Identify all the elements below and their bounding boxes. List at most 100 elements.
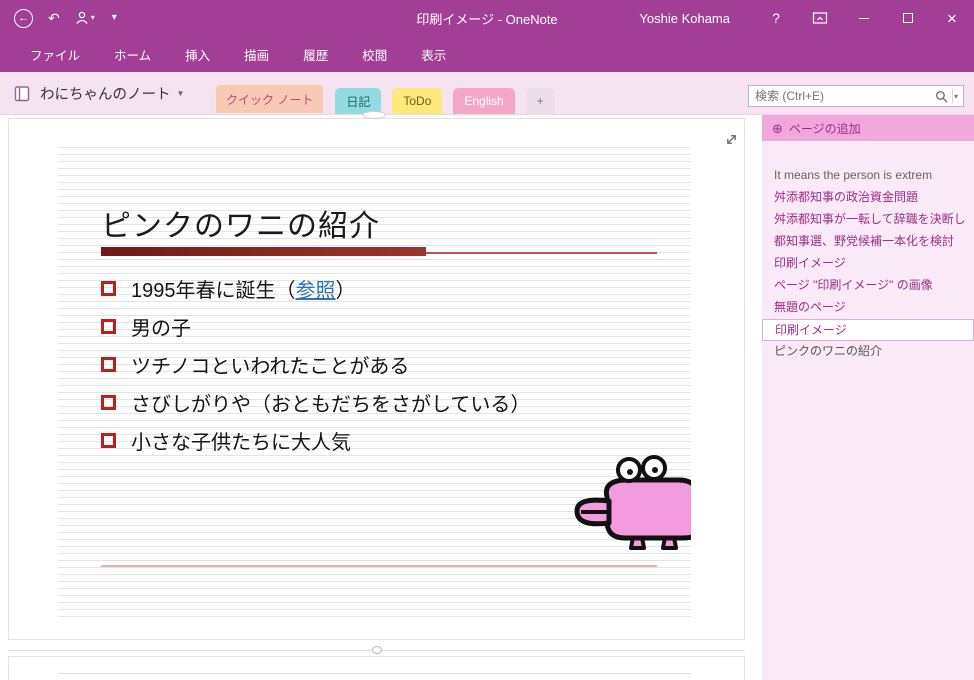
add-page-plus-icon: ⊕ bbox=[772, 120, 783, 136]
checkbox-bullet-icon bbox=[101, 394, 116, 410]
reference-link[interactable]: 参照 bbox=[296, 280, 336, 302]
bullet-text: ツチノコといわれたことがある bbox=[131, 355, 410, 378]
close-button[interactable]: × bbox=[930, 0, 974, 36]
quick-access-toolbar: ← ↶ ▾ ▾ bbox=[14, 0, 117, 36]
page-break-divider bbox=[8, 646, 745, 654]
printout-page-2[interactable] bbox=[8, 656, 745, 680]
section-tab-label: ToDo bbox=[403, 94, 432, 108]
section-tab-label: クイック ノート bbox=[226, 92, 314, 107]
section-tab-label: English bbox=[464, 94, 504, 108]
add-section-icon: + bbox=[536, 94, 544, 108]
back-button[interactable]: ← bbox=[14, 8, 33, 28]
ribbon-tab-home[interactable]: ホーム bbox=[97, 36, 168, 72]
sync-people-button[interactable]: ▾ bbox=[75, 11, 95, 25]
pink-crocodile-drawing bbox=[574, 455, 691, 550]
bullet-row: さびしがりや（おともだちをさがしている） bbox=[101, 383, 530, 421]
bullet-text: 1995年春に誕生（参照） bbox=[131, 279, 356, 302]
section-tab-quick-notes[interactable]: クイック ノート bbox=[215, 84, 325, 114]
ribbon-tab-bar: ファイル ホーム 挿入 描画 履歴 校閲 表示 bbox=[0, 36, 974, 72]
notebook-dropdown-icon: ▼ bbox=[176, 89, 185, 98]
page-canvas-area: ピンクのワニの紹介 1995年春に誕生（参照） 男の子 ツチノコといわれたことが… bbox=[0, 111, 762, 680]
bullet-row: 小さな子供たちに大人気 bbox=[101, 421, 530, 459]
page-list-item-selected[interactable]: 印刷イメージ bbox=[762, 319, 974, 341]
help-icon: ? bbox=[772, 10, 780, 26]
bullet-row: 男の子 bbox=[101, 307, 530, 345]
search-icon bbox=[935, 90, 948, 102]
slide-print-image: ピンクのワニの紹介 1995年春に誕生（参照） 男の子 ツチノコといわれたことが… bbox=[58, 141, 691, 621]
checkbox-bullet-icon bbox=[101, 318, 116, 334]
customize-qat-button[interactable]: ▾ bbox=[110, 13, 117, 23]
bullet-list: 1995年春に誕生（参照） 男の子 ツチノコといわれたことがある さびしがりや（… bbox=[101, 269, 530, 459]
close-icon: × bbox=[947, 8, 957, 28]
person-icon bbox=[76, 11, 88, 24]
section-tab-todo[interactable]: ToDo bbox=[392, 88, 443, 114]
checkbox-bullet-icon bbox=[101, 356, 116, 372]
bullet-row: ツチノコといわれたことがある bbox=[101, 345, 530, 383]
page-list-sidebar: ⊕ ページの追加 It means the person is extrem 舛… bbox=[762, 115, 974, 680]
back-icon: ← bbox=[14, 8, 33, 28]
add-page-label: ページの追加 bbox=[788, 121, 861, 136]
section-tab-english[interactable]: English bbox=[453, 88, 515, 114]
search-button[interactable] bbox=[931, 90, 952, 103]
bullet-row: 1995年春に誕生（参照） bbox=[101, 269, 530, 307]
expand-page-button[interactable] bbox=[723, 131, 739, 147]
notebook-bar: わにちゃんのノート ▼ クイック ノート 日記 ToDo English + 検… bbox=[0, 72, 974, 115]
notebook-name: わにちゃんのノート bbox=[40, 87, 171, 103]
add-page-button[interactable]: ⊕ ページの追加 bbox=[762, 115, 974, 141]
help-button[interactable]: ? bbox=[754, 0, 798, 36]
search-scope-dropdown[interactable]: ▾ bbox=[953, 92, 963, 101]
search-box: ▾ bbox=[748, 85, 964, 107]
maximize-icon bbox=[903, 13, 913, 23]
ribbon-tab-insert[interactable]: 挿入 bbox=[168, 36, 227, 72]
ribbon-tab-history[interactable]: 履歴 bbox=[286, 36, 345, 72]
printout-page-1[interactable]: ピンクのワニの紹介 1995年春に誕生（参照） 男の子 ツチノコといわれたことが… bbox=[8, 118, 745, 640]
next-page-rule-line bbox=[58, 673, 691, 674]
bullet-text: 小さな子供たちに大人気 bbox=[131, 431, 351, 454]
page-list-item[interactable]: 印刷イメージ bbox=[762, 253, 974, 275]
chevron-down-icon: ▾ bbox=[111, 12, 117, 23]
page-list-item[interactable]: 都知事選、野党候補一本化を検討 bbox=[762, 231, 974, 253]
expand-diagonal-icon bbox=[726, 134, 736, 144]
window-title: 印刷イメージ - OneNote bbox=[416, 11, 558, 27]
page-list-item[interactable]: ピンクのワニの紹介 bbox=[762, 341, 974, 363]
add-section-tab[interactable]: + bbox=[525, 88, 555, 114]
titlebar-right: Yoshie Kohama ? × bbox=[639, 0, 974, 36]
bullet-text: 男の子 bbox=[131, 317, 191, 340]
person-dropdown-icon: ▾ bbox=[90, 13, 95, 22]
account-name[interactable]: Yoshie Kohama bbox=[639, 11, 730, 26]
slide-footer-line bbox=[101, 565, 657, 567]
checkbox-bullet-icon bbox=[101, 432, 116, 448]
page-list-item[interactable]: 舛添都知事が一転して辞職を決断し bbox=[762, 209, 974, 231]
slide-title: ピンクのワニの紹介 bbox=[101, 210, 380, 243]
notebook-selector[interactable]: わにちゃんのノート ▼ bbox=[12, 72, 184, 115]
notebook-icon bbox=[14, 85, 30, 101]
ribbon-tab-review[interactable]: 校閲 bbox=[345, 36, 404, 72]
bullet-text: さびしがりや（おともだちをさがしている） bbox=[131, 393, 531, 416]
page-list-item[interactable]: 舛添都知事の政治資金問題 bbox=[762, 187, 974, 209]
undo-button[interactable]: ↶ bbox=[48, 11, 60, 25]
main-area: ピンクのワニの紹介 1995年春に誕生（参照） 男の子 ツチノコといわれたことが… bbox=[0, 111, 974, 680]
page-list: It means the person is extrem 舛添都知事の政治資金… bbox=[762, 165, 974, 363]
onenote-window: ← ↶ ▾ ▾ 印刷イメージ - OneNote Yoshie Kohama ? bbox=[0, 0, 974, 680]
search-controls: ▾ bbox=[931, 86, 963, 106]
title-underline-thick bbox=[101, 247, 426, 256]
ribbon-tab-view[interactable]: 表示 bbox=[404, 36, 463, 72]
section-tabs: クイック ノート 日記 ToDo English + bbox=[215, 84, 555, 114]
undo-icon: ↶ bbox=[48, 10, 60, 26]
search-input[interactable] bbox=[749, 89, 931, 103]
page-list-item[interactable]: 無題のページ bbox=[762, 297, 974, 319]
checkbox-bullet-icon bbox=[101, 280, 116, 296]
minimize-button[interactable] bbox=[842, 0, 886, 36]
ribbon-display-options-button[interactable] bbox=[798, 0, 842, 36]
page-list-item[interactable]: It means the person is extrem bbox=[762, 165, 974, 187]
section-tab-label: 日記 bbox=[346, 94, 371, 109]
ribbon-display-options-icon bbox=[812, 12, 828, 24]
page-break-handle-top[interactable] bbox=[362, 111, 386, 119]
maximize-button[interactable] bbox=[886, 0, 930, 36]
titlebar: ← ↶ ▾ ▾ 印刷イメージ - OneNote Yoshie Kohama ? bbox=[0, 0, 974, 36]
page-list-item[interactable]: ページ "印刷イメージ" の画像 bbox=[762, 275, 974, 297]
ribbon-tab-draw[interactable]: 描画 bbox=[227, 36, 286, 72]
minimize-icon bbox=[859, 17, 869, 19]
ribbon-tab-file[interactable]: ファイル bbox=[13, 36, 97, 72]
page-break-handle[interactable] bbox=[371, 646, 382, 654]
